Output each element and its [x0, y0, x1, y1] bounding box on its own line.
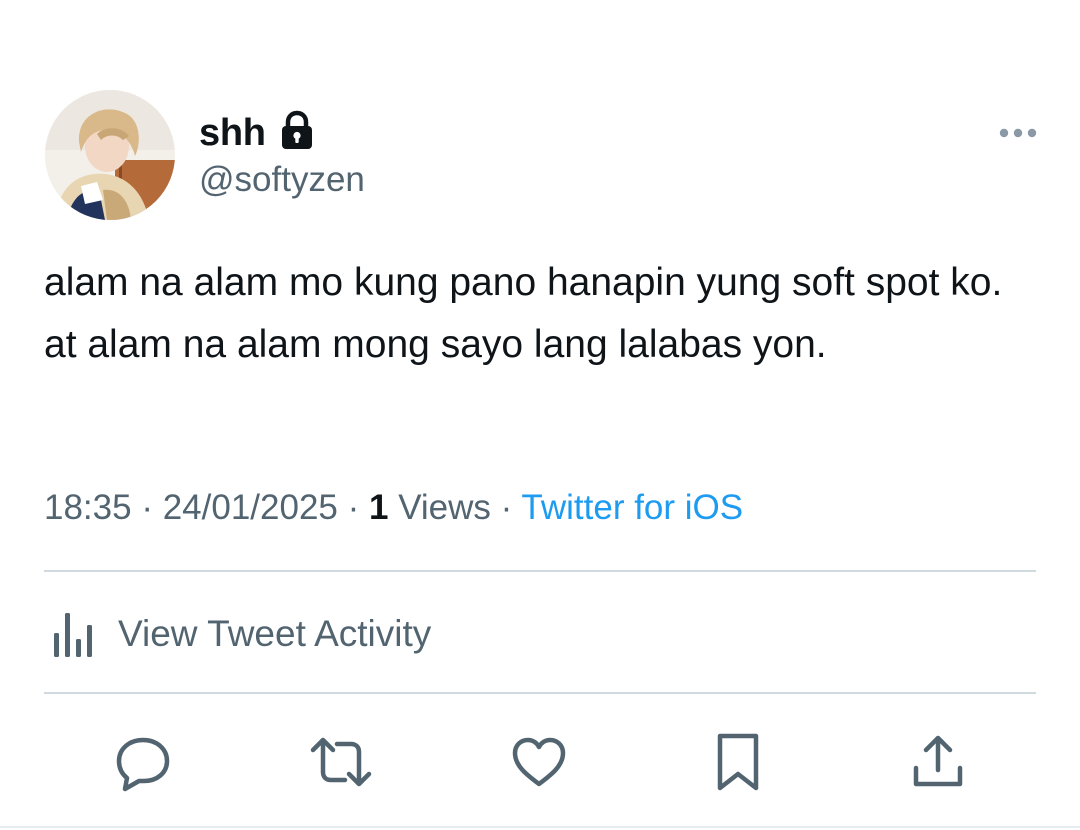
share-icon	[913, 735, 963, 787]
view-tweet-activity-button[interactable]: View Tweet Activity	[50, 606, 431, 662]
lock-icon	[278, 110, 316, 152]
tweet-meta: 18:35 · 24/01/2025 · 1 Views · Twitter f…	[44, 488, 743, 528]
view-tweet-activity-label: View Tweet Activity	[118, 613, 432, 654]
divider	[44, 570, 1036, 572]
bottom-divider	[0, 826, 1080, 828]
author-name-row: shh	[199, 108, 316, 158]
tweet-source-link[interactable]: Twitter for iOS	[521, 488, 743, 527]
more-icon	[999, 128, 1037, 138]
meta-separator: ·	[490, 488, 522, 527]
more-options-button[interactable]	[996, 118, 1040, 148]
handle[interactable]: @softyzen	[199, 160, 365, 200]
heart-icon	[512, 737, 566, 787]
tweet-text: alam na alam mo kung pano hanapin yung s…	[44, 261, 1003, 366]
avatar[interactable]	[45, 90, 175, 220]
retweet-icon	[310, 737, 372, 787]
bookmark-button[interactable]	[706, 730, 770, 794]
divider	[44, 692, 1036, 694]
display-name[interactable]: shh	[199, 112, 266, 155]
avatar-image	[45, 90, 175, 220]
retweet-button[interactable]	[309, 730, 373, 794]
tweet-time[interactable]: 18:35	[44, 488, 132, 527]
meta-separator: ·	[131, 488, 163, 527]
like-button[interactable]	[507, 730, 571, 794]
reply-icon	[116, 737, 170, 792]
meta-separator: ·	[337, 488, 369, 527]
views-count: 1	[368, 488, 389, 527]
tweet-action-bar	[0, 730, 1080, 794]
views-label: Views	[398, 488, 491, 527]
bookmark-icon	[717, 733, 759, 791]
share-button[interactable]	[906, 730, 970, 794]
reply-button[interactable]	[111, 730, 175, 794]
bar-chart-icon	[54, 613, 92, 657]
tweet-date[interactable]: 24/01/2025	[163, 488, 338, 527]
